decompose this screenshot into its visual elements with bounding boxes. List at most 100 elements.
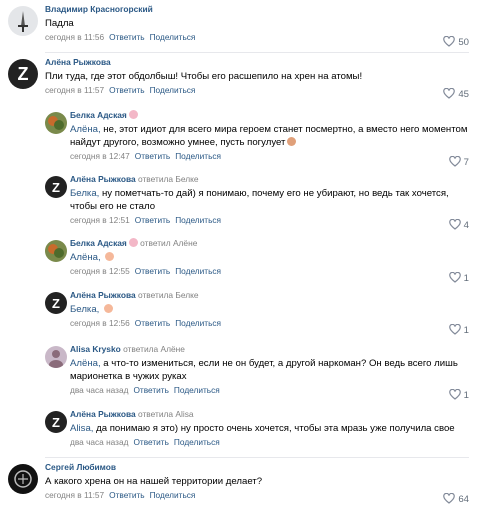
reply-prefix: ответила <box>123 344 159 354</box>
comment-author[interactable]: Сергей Любимов <box>45 462 116 472</box>
comment-reply: Z Алёна Рыжкова ответила Белке Белка, ну… <box>0 170 483 234</box>
comment-author[interactable]: Alisa Krysko <box>70 344 121 354</box>
like-button[interactable]: 4 <box>448 218 469 231</box>
comment-reply: Белка Адская ответил Алёне Алёна, сегодн… <box>0 234 483 286</box>
z-avatar-icon[interactable]: Z <box>8 59 38 89</box>
reply-prefix: ответила <box>137 290 174 300</box>
comment-time[interactable]: сегодня в 12:55 <box>70 266 130 276</box>
comment-author[interactable]: Владимир Красногорский <box>45 4 153 14</box>
heart-icon <box>448 388 461 400</box>
heart-hands-emoji-icon <box>105 252 115 261</box>
like-button[interactable]: 1 <box>448 388 469 401</box>
reply-address[interactable]: Алёна, <box>70 124 101 135</box>
reply-target[interactable]: Алёне <box>173 238 197 248</box>
share-button[interactable]: Поделиться <box>175 318 221 328</box>
leaves-avatar-icon[interactable] <box>45 240 67 262</box>
svg-text:Z: Z <box>52 180 60 195</box>
like-button[interactable]: 50 <box>443 35 469 48</box>
like-button[interactable]: 1 <box>448 271 469 284</box>
reply-address[interactable]: Алёна, <box>70 358 101 369</box>
reply-target[interactable]: Белке <box>175 290 198 300</box>
comment-reply: Белка Адская Алёна, не, этот идиот для в… <box>0 104 483 170</box>
reply-button[interactable]: Ответить <box>133 385 168 395</box>
dark-avatar-icon[interactable] <box>8 464 38 494</box>
reply-address[interactable]: Белка, <box>70 188 99 199</box>
share-button[interactable]: Поделиться <box>174 385 220 395</box>
reply-target[interactable]: Алёне <box>161 344 185 354</box>
share-button[interactable]: Поделиться <box>175 266 221 276</box>
comment-text: А какого хрена он на нашей территории де… <box>45 476 263 487</box>
comment: Z Алёна Рыжкова Пли туда, где этот обдол… <box>0 53 483 103</box>
comment-reply: Z Алёна Рыжкова ответила Alisa Alisa, да… <box>0 405 483 457</box>
reply-button[interactable]: Ответить <box>135 215 170 225</box>
comment: Владимир Красногорский Падла сегодня в 1… <box>0 0 483 52</box>
like-button[interactable]: 1 <box>448 323 469 336</box>
heart-icon <box>448 218 461 230</box>
comment-text: да понимаю я это) ну просто очень хочетс… <box>93 423 455 434</box>
leaves-avatar-icon[interactable] <box>45 112 67 134</box>
z-avatar-icon[interactable]: Z <box>45 411 67 433</box>
like-button[interactable]: 45 <box>443 87 469 100</box>
reply-button[interactable]: Ответить <box>135 318 170 328</box>
comment-author[interactable]: Алёна Рыжкова <box>70 409 136 419</box>
reply-address[interactable]: Alisa, <box>70 423 93 434</box>
like-count: 4 <box>463 220 469 231</box>
comment-time[interactable]: сегодня в 11:57 <box>45 490 104 500</box>
comment-time[interactable]: сегодня в 12:51 <box>70 215 130 225</box>
comment-text: не, этот идиот для всего мира героем ста… <box>70 124 468 148</box>
sword-avatar-icon[interactable] <box>8 6 38 36</box>
z-avatar-icon[interactable]: Z <box>45 176 67 198</box>
reply-button[interactable]: Ответить <box>109 32 144 42</box>
share-button[interactable]: Поделиться <box>150 85 196 95</box>
reply-target[interactable]: Alisa <box>175 409 193 419</box>
heart-icon <box>443 87 456 99</box>
comment-author[interactable]: Белка Адская <box>70 238 127 248</box>
comment: Сергей Любимов А какого хрена он на наше… <box>0 458 483 509</box>
heart-icon <box>448 155 461 167</box>
reply-target[interactable]: Белке <box>175 174 198 184</box>
reply-button[interactable]: Ответить <box>135 266 170 276</box>
reply-button[interactable]: Ответить <box>109 490 144 500</box>
reply-button[interactable]: Ответить <box>133 437 168 447</box>
bunny-emoji-icon <box>128 238 138 247</box>
like-button[interactable]: 7 <box>448 155 469 168</box>
like-count: 1 <box>463 325 469 336</box>
share-button[interactable]: Поделиться <box>174 437 220 447</box>
comment-text: а что-то измениться, если не он будет, а… <box>70 358 458 382</box>
comment-time[interactable]: два часа назад <box>70 385 128 395</box>
reply-button[interactable]: Ответить <box>135 151 170 161</box>
like-button[interactable]: 64 <box>443 492 469 505</box>
share-button[interactable]: Поделиться <box>175 151 221 161</box>
comment-author[interactable]: Алёна Рыжкова <box>70 290 136 300</box>
svg-text:Z: Z <box>18 64 29 84</box>
share-button[interactable]: Поделиться <box>150 490 196 500</box>
heart-icon <box>443 35 456 47</box>
person-avatar-icon[interactable] <box>45 346 67 368</box>
comment-author[interactable]: Алёна Рыжкова <box>45 57 111 67</box>
like-count: 1 <box>463 390 469 401</box>
reply-address[interactable]: Алёна, <box>70 252 101 263</box>
share-button[interactable]: Поделиться <box>150 32 196 42</box>
comment-author[interactable]: Алёна Рыжкова <box>70 174 136 184</box>
reply-prefix: ответила <box>137 174 174 184</box>
reply-button[interactable]: Ответить <box>109 85 144 95</box>
svg-text:Z: Z <box>52 296 60 311</box>
comment-text: Пли туда, где этот обдолбыш! Чтобы его р… <box>45 71 363 82</box>
like-count: 7 <box>463 157 469 168</box>
comment-time[interactable]: сегодня в 11:57 <box>45 85 104 95</box>
comment-time[interactable]: два часа назад <box>70 437 128 447</box>
like-count: 45 <box>458 89 469 100</box>
comment-reply: Z Алёна Рыжкова ответила Белке Белка, се… <box>0 286 483 338</box>
bunny-emoji-icon <box>128 110 138 119</box>
like-count: 50 <box>458 37 469 48</box>
share-button[interactable]: Поделиться <box>175 215 221 225</box>
reply-address[interactable]: Белка, <box>70 304 99 315</box>
comment-author[interactable]: Белка Адская <box>70 110 127 120</box>
face-emoji-icon <box>287 137 297 146</box>
reply-prefix: ответила <box>137 409 174 419</box>
comment-time[interactable]: сегодня в 11:56 <box>45 32 104 42</box>
comment-text: ну пометчать-то дай) я понимаю, почему е… <box>70 188 449 212</box>
comment-time[interactable]: сегодня в 12:56 <box>70 318 130 328</box>
z-avatar-icon[interactable]: Z <box>45 292 67 314</box>
comment-time[interactable]: сегодня в 12:47 <box>70 151 130 161</box>
